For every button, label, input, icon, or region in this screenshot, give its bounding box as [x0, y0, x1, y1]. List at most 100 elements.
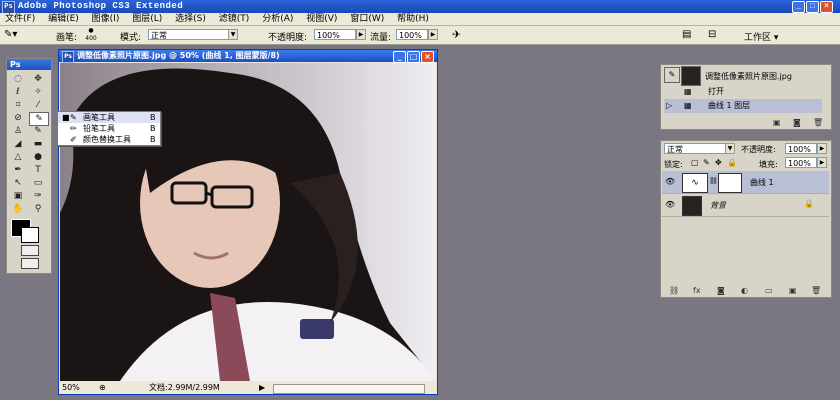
new-layer-icon[interactable]: ▣	[789, 286, 797, 295]
flow-field[interactable]: 100%	[396, 29, 428, 40]
layer-mask-thumbnail[interactable]	[718, 173, 742, 193]
fill-slider-icon[interactable]: ▶	[817, 157, 827, 168]
blend-mode-dropdown-icon[interactable]: ▼	[725, 143, 735, 154]
layer-opacity-field[interactable]: 100%	[785, 143, 817, 154]
new-group-icon[interactable]: ▭	[765, 286, 773, 295]
zoom-tool-icon[interactable]: ⚲	[29, 203, 47, 215]
adjustment-layer-icon[interactable]: ◐	[741, 286, 748, 295]
path-selection-tool-icon[interactable]: ↖	[9, 177, 27, 189]
lock-transparent-icon[interactable]: ▢	[691, 158, 699, 167]
layer-row-background[interactable]: 👁 背景 🔒	[662, 194, 829, 217]
layer-opacity-slider-icon[interactable]: ▶	[817, 143, 827, 154]
document-size: 文档:2.99M/2.99M	[149, 383, 220, 392]
history-brush-tool-icon[interactable]: ✎	[29, 125, 47, 137]
doc-minimize-button[interactable]: _	[393, 51, 406, 63]
menu-help[interactable]: 帮助(H)	[392, 13, 434, 25]
menu-filter[interactable]: 滤镜(T)	[214, 13, 255, 25]
mode-dropdown-icon[interactable]: ▼	[228, 29, 238, 40]
opacity-slider-icon[interactable]: ▶	[356, 29, 366, 40]
history-item-open[interactable]: ▦ 打开	[664, 85, 822, 99]
flyout-item-pencil[interactable]: ✏ 铅笔工具 B	[58, 123, 160, 134]
lock-image-icon[interactable]: ✎	[703, 158, 710, 167]
slice-tool-icon[interactable]: ⁄	[29, 99, 47, 111]
menu-window[interactable]: 窗口(W)	[345, 13, 389, 25]
flyout-item-shortcut: B	[150, 113, 156, 122]
lock-position-icon[interactable]: ✥	[715, 158, 722, 167]
magic-wand-tool-icon[interactable]: ✧	[29, 86, 47, 98]
brush-tool-preset-icon[interactable]: ✎▾	[4, 29, 17, 40]
history-brush-source-icon[interactable]: ✎	[664, 67, 680, 83]
close-button[interactable]: ×	[820, 1, 833, 13]
flow-slider-icon[interactable]: ▶	[428, 29, 438, 40]
opacity-field[interactable]: 100%	[314, 29, 356, 40]
hand-tool-icon[interactable]: ✋	[9, 203, 27, 215]
pen-tool-icon[interactable]: ✒	[9, 164, 27, 176]
menu-layer[interactable]: 图层(L)	[127, 13, 167, 25]
lock-all-icon[interactable]: 🔒	[727, 158, 737, 167]
layer-opacity-label: 不透明度:	[741, 145, 776, 154]
new-snapshot-icon[interactable]: ◙	[793, 118, 801, 127]
workspace-menu[interactable]: 工作区 ▾	[744, 30, 778, 43]
file-browser-icon[interactable]: ▤	[682, 29, 691, 40]
history-state-icon: ▦	[684, 87, 692, 96]
eyedropper-tool-icon[interactable]: ✑	[29, 190, 47, 202]
menu-edit[interactable]: 编辑(E)	[43, 13, 84, 25]
horizontal-scrollbar[interactable]	[273, 384, 425, 394]
screen-mode-icon[interactable]	[21, 258, 39, 269]
minimize-button[interactable]: _	[792, 1, 805, 13]
mode-select[interactable]: 正常	[148, 29, 238, 40]
background-color-swatch[interactable]	[21, 227, 39, 243]
add-mask-icon[interactable]: ◙	[717, 286, 725, 295]
document-status-bar: 50% ⊕ 文档:2.99M/2.99M ▶	[59, 382, 437, 394]
doc-maximize-button[interactable]: □	[407, 51, 420, 63]
options-bar: ✎▾ 画笔: ● 400 模式: 正常 ▼ 不透明度: 100% ▶ 流量: 10…	[0, 26, 840, 45]
crop-tool-icon[interactable]: ⌗	[9, 99, 27, 111]
menu-analysis[interactable]: 分析(A)	[257, 13, 298, 25]
move-tool-icon[interactable]: ✥	[29, 73, 47, 85]
history-item-curves-layer[interactable]: ▷ ▦ 曲线 1 图层	[664, 99, 822, 113]
new-document-from-state-icon[interactable]: ▣	[773, 118, 781, 127]
chain-link-icon[interactable]: ⛓	[709, 177, 718, 185]
dodge-tool-icon[interactable]: ●	[29, 151, 47, 163]
layer-style-icon[interactable]: fx	[693, 286, 701, 295]
visibility-eye-icon[interactable]: 👁	[665, 200, 675, 209]
brush-size-picker[interactable]: ● 400	[83, 27, 99, 43]
status-info-icon[interactable]: ⊕	[99, 382, 106, 394]
clone-stamp-tool-icon[interactable]: ♙	[9, 125, 27, 137]
notes-tool-icon[interactable]: ▣	[9, 190, 27, 202]
menu-select[interactable]: 选择(S)	[170, 13, 211, 25]
airbrush-icon[interactable]: ✈	[452, 28, 461, 41]
menu-view[interactable]: 视图(V)	[301, 13, 342, 25]
maximize-button[interactable]: □	[806, 1, 819, 13]
delete-history-icon[interactable]: 🗑	[813, 118, 823, 127]
visibility-eye-icon[interactable]: 👁	[665, 177, 675, 186]
fill-field[interactable]: 100%	[785, 157, 817, 168]
blend-mode-select[interactable]: 正常	[664, 143, 732, 154]
quick-mask-icon[interactable]	[21, 245, 39, 256]
zoom-level[interactable]: 50%	[62, 382, 80, 394]
healing-brush-tool-icon[interactable]: ⊘	[9, 112, 27, 124]
menu-file[interactable]: 文件(F)	[0, 13, 40, 25]
layer-name[interactable]: 曲线 1	[750, 177, 774, 188]
toolbox: Ps ◌ ✥ ℓ ✧ ⌗ ⁄ ⊘ ✎ ♙ ✎ ◢ ▬ △ ● ✒ T ↖ ▭ ▣…	[6, 58, 52, 274]
flyout-item-brush[interactable]: ■ ✎ 画笔工具 B	[58, 112, 160, 123]
marquee-tool-icon[interactable]: ◌	[9, 73, 27, 85]
link-layers-icon[interactable]: ⛓	[669, 286, 679, 295]
flyout-item-color-replacement[interactable]: ✐ 颜色替换工具 B	[58, 134, 160, 145]
lasso-tool-icon[interactable]: ℓ	[9, 86, 27, 98]
delete-layer-icon[interactable]: 🗑	[811, 286, 821, 295]
mode-label: 模式:	[120, 33, 142, 43]
snapshot-name[interactable]: 调整低像素照片原图.jpg	[705, 71, 792, 82]
palette-well-icon[interactable]: ⊟	[708, 29, 716, 40]
doc-close-button[interactable]: ×	[421, 51, 434, 63]
status-menu-arrow-icon[interactable]: ▶	[259, 382, 265, 394]
menu-image[interactable]: 图像(I)	[87, 13, 125, 25]
layer-name[interactable]: 背景	[710, 200, 726, 211]
shape-tool-icon[interactable]: ▭	[29, 177, 47, 189]
brush-tool-icon[interactable]: ✎	[29, 112, 49, 126]
eraser-tool-icon[interactable]: ◢	[9, 138, 27, 150]
blur-tool-icon[interactable]: △	[9, 151, 27, 163]
layer-row-curves[interactable]: 👁 ∿ ⛓ 曲线 1	[662, 171, 829, 194]
gradient-tool-icon[interactable]: ▬	[29, 138, 47, 150]
type-tool-icon[interactable]: T	[29, 164, 47, 176]
